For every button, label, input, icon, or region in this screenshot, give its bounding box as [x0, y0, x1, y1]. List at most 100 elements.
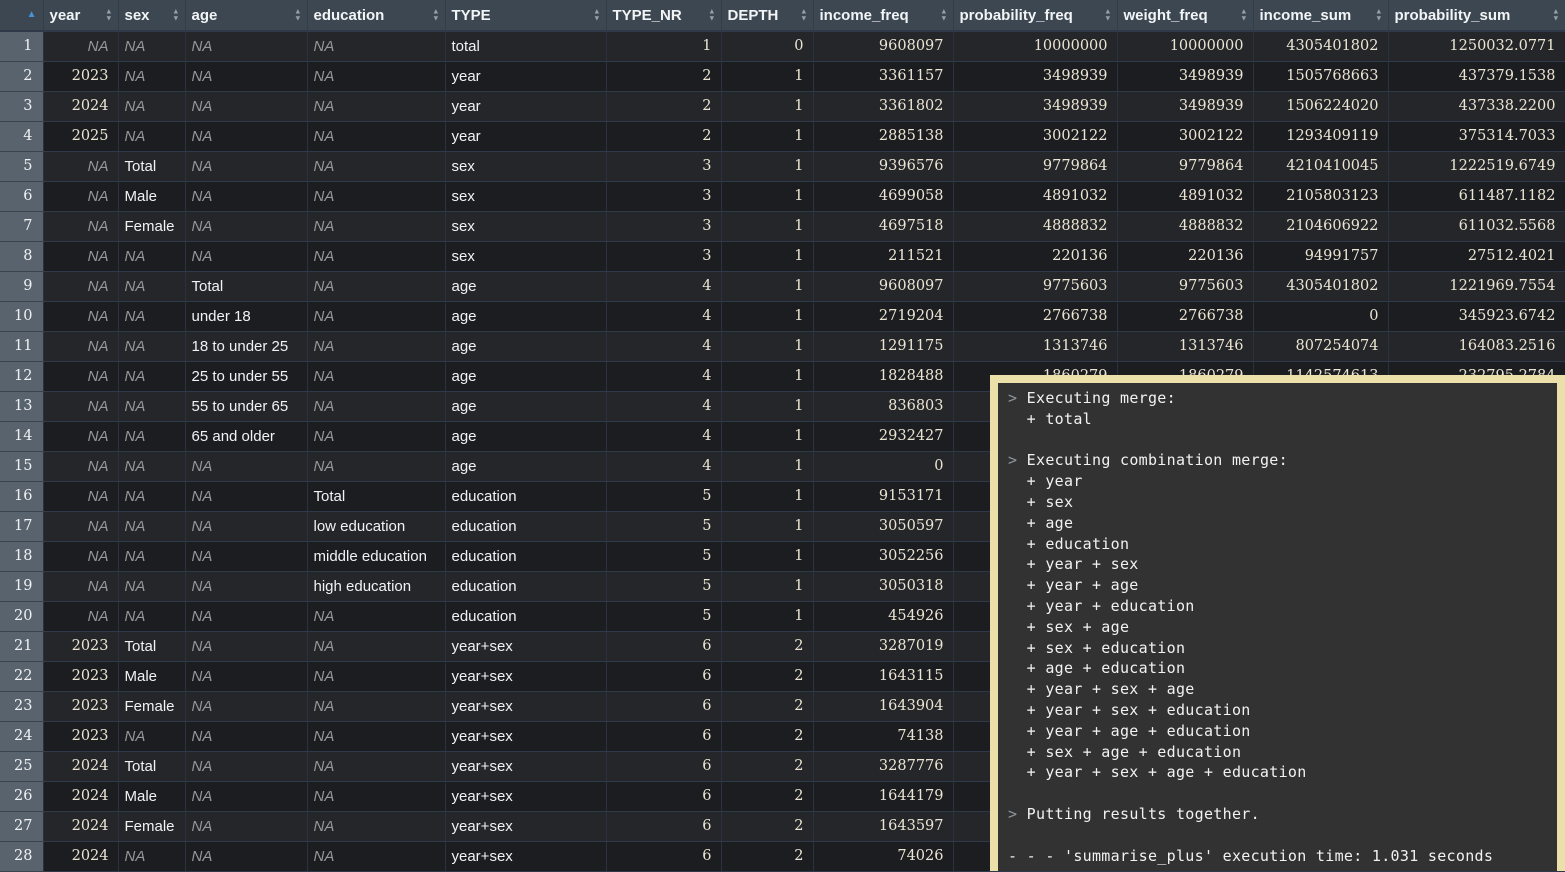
sort-down-icon: ▼ — [105, 15, 112, 22]
cell-education: NA — [307, 601, 445, 631]
cell-education: middle education — [307, 541, 445, 571]
console-line: + year + age + education — [1008, 721, 1557, 742]
cell-probability_freq: 2766738 — [953, 301, 1117, 331]
cell-TYPE_NR: 6 — [606, 691, 721, 721]
cell-DEPTH: 1 — [721, 91, 813, 121]
cell-income_freq: 9608097 — [813, 271, 953, 301]
cell-DEPTH: 1 — [721, 451, 813, 481]
row-number: 18 — [0, 541, 43, 571]
cell-income_freq: 74138 — [813, 721, 953, 751]
cell-education: NA — [307, 391, 445, 421]
cell-year: NA — [43, 541, 118, 571]
cell-income_freq: 3052256 — [813, 541, 953, 571]
cell-DEPTH: 1 — [721, 481, 813, 511]
cell-sex: NA — [118, 421, 185, 451]
row-number: 9 — [0, 271, 43, 301]
sort-icons: ▲▼ — [1104, 9, 1111, 22]
cell-weight_freq: 4891032 — [1117, 181, 1253, 211]
cell-year: 2024 — [43, 811, 118, 841]
cell-year: NA — [43, 511, 118, 541]
cell-education: NA — [307, 841, 445, 871]
cell-income_freq: 1643115 — [813, 661, 953, 691]
cell-year: 2023 — [43, 691, 118, 721]
cell-TYPE_NR: 6 — [606, 661, 721, 691]
cell-income_freq: 1644179 — [813, 781, 953, 811]
cell-probability_sum: 1221969.7554 — [1388, 271, 1565, 301]
cell-TYPE: sex — [445, 181, 606, 211]
row-number: 17 — [0, 511, 43, 541]
cell-TYPE_NR: 5 — [606, 511, 721, 541]
console-line: > Executing combination merge: — [1008, 450, 1557, 471]
cell-income_freq: 836803 — [813, 391, 953, 421]
row-number: 26 — [0, 781, 43, 811]
console-line: + age — [1008, 513, 1557, 534]
row-number: 8 — [0, 241, 43, 271]
cell-probability_freq: 3002122 — [953, 121, 1117, 151]
cell-TYPE_NR: 2 — [606, 61, 721, 91]
column-header-TYPE[interactable]: TYPE▲▼ — [445, 0, 606, 31]
cell-TYPE: age — [445, 451, 606, 481]
sort-ascending-icon: ▲ — [27, 10, 37, 20]
cell-sex: NA — [118, 391, 185, 421]
sort-icons: ▲▼ — [708, 9, 715, 22]
row-number: 5 — [0, 151, 43, 181]
cell-year: 2023 — [43, 661, 118, 691]
cell-TYPE: education — [445, 541, 606, 571]
cell-DEPTH: 1 — [721, 391, 813, 421]
column-header-education[interactable]: education▲▼ — [307, 0, 445, 31]
column-header-income_freq[interactable]: income_freq▲▼ — [813, 0, 953, 31]
cell-sex: NA — [118, 541, 185, 571]
cell-year: 2024 — [43, 781, 118, 811]
cell-education: NA — [307, 301, 445, 331]
sort-icons: ▲▼ — [800, 9, 807, 22]
column-header-DEPTH[interactable]: DEPTH▲▼ — [721, 0, 813, 31]
row-number: 23 — [0, 691, 43, 721]
cell-income_freq: 2932427 — [813, 421, 953, 451]
cell-income_freq: 4699058 — [813, 181, 953, 211]
cell-probability_freq: 3498939 — [953, 91, 1117, 121]
cell-TYPE: education — [445, 601, 606, 631]
table-row: 10NANAunder 18NAage412719204276673827667… — [0, 301, 1565, 331]
cell-income_freq: 3287776 — [813, 751, 953, 781]
cell-TYPE_NR: 6 — [606, 751, 721, 781]
column-header-probability_sum[interactable]: probability_sum▲▼ — [1388, 0, 1565, 31]
cell-year: NA — [43, 421, 118, 451]
row-number-column-header[interactable]: ▲ — [0, 0, 43, 31]
cell-year: 2024 — [43, 751, 118, 781]
sort-down-icon: ▼ — [593, 15, 600, 22]
cell-DEPTH: 1 — [721, 331, 813, 361]
cell-income_freq: 1291175 — [813, 331, 953, 361]
cell-weight_freq: 2766738 — [1117, 301, 1253, 331]
cell-income_freq: 2719204 — [813, 301, 953, 331]
column-header-TYPE_NR[interactable]: TYPE_NR▲▼ — [606, 0, 721, 31]
cell-TYPE_NR: 4 — [606, 301, 721, 331]
cell-TYPE: year+sex — [445, 691, 606, 721]
column-header-sex[interactable]: sex▲▼ — [118, 0, 185, 31]
cell-probability_freq: 1313746 — [953, 331, 1117, 361]
cell-sex: NA — [118, 61, 185, 91]
cell-TYPE_NR: 6 — [606, 781, 721, 811]
cell-TYPE_NR: 3 — [606, 181, 721, 211]
cell-sex: NA — [118, 271, 185, 301]
cell-DEPTH: 2 — [721, 721, 813, 751]
column-header-income_sum[interactable]: income_sum▲▼ — [1253, 0, 1388, 31]
cell-TYPE_NR: 6 — [606, 631, 721, 661]
cell-education: high education — [307, 571, 445, 601]
column-header-label: year — [50, 7, 81, 24]
cell-weight_freq: 9775603 — [1117, 271, 1253, 301]
cell-probability_sum: 345923.6742 — [1388, 301, 1565, 331]
cell-education: NA — [307, 811, 445, 841]
cell-income_sum: 94991757 — [1253, 241, 1388, 271]
cell-income_sum: 4210410045 — [1253, 151, 1388, 181]
column-header-year[interactable]: year▲▼ — [43, 0, 118, 31]
column-header-weight_freq[interactable]: weight_freq▲▼ — [1117, 0, 1253, 31]
cell-TYPE: sex — [445, 211, 606, 241]
cell-year: NA — [43, 391, 118, 421]
cell-education: Total — [307, 481, 445, 511]
cell-education: NA — [307, 31, 445, 61]
console-line: + sex — [1008, 492, 1557, 513]
row-number: 24 — [0, 721, 43, 751]
column-header-probability_freq[interactable]: probability_freq▲▼ — [953, 0, 1117, 31]
column-header-age[interactable]: age▲▼ — [185, 0, 307, 31]
cell-probability_freq: 220136 — [953, 241, 1117, 271]
